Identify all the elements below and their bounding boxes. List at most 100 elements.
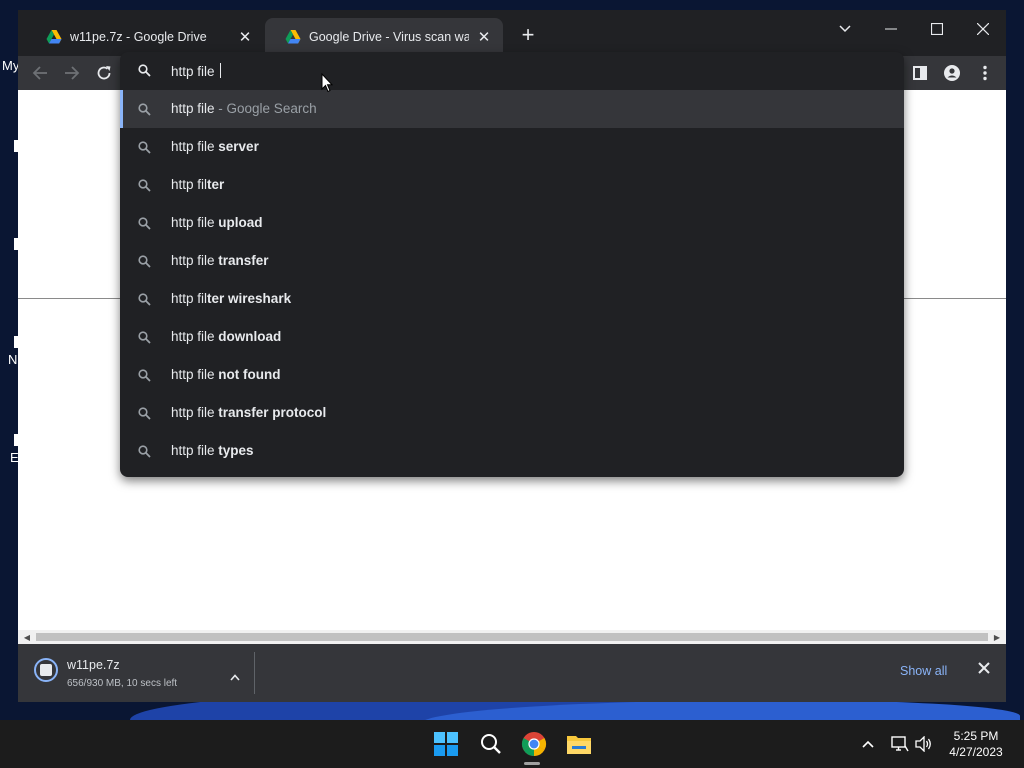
suggestion-text: http file types	[171, 443, 254, 458]
7z-file-icon	[34, 658, 58, 682]
search-icon	[138, 217, 151, 230]
omnibox-dropdown: http file http file - Google Search http …	[120, 52, 904, 477]
download-status: 656/930 MB, 10 secs left	[67, 678, 178, 689]
taskbar: 5:25 PM 4/27/2023	[0, 720, 1024, 768]
suggestion-text: http filter wireshark	[171, 291, 291, 306]
show-all-button[interactable]: Show all	[900, 664, 947, 678]
tab-title: Google Drive - Virus scan warning	[309, 30, 469, 44]
mouse-cursor-icon	[321, 73, 333, 93]
omnibox-suggestion[interactable]: http file transfer	[120, 242, 904, 280]
suggestion-completion: not found	[218, 367, 281, 382]
suggestion-text: http file transfer	[171, 253, 269, 268]
close-tab-icon[interactable]: ✕	[475, 28, 493, 46]
new-tab-button[interactable]: +	[516, 24, 540, 48]
close-tab-icon[interactable]: ✕	[236, 28, 254, 46]
suggestion-completion: download	[218, 329, 282, 344]
network-icon[interactable]	[890, 734, 910, 754]
suggestion-typed: http file	[171, 253, 219, 268]
search-icon	[138, 255, 151, 268]
omnibox-suggestion[interactable]: http file - Google Search	[120, 90, 904, 128]
suggestion-text: http file transfer protocol	[171, 405, 326, 420]
download-divider	[254, 652, 255, 694]
suggestion-typed: http file	[171, 367, 219, 382]
google-drive-icon	[285, 30, 301, 44]
suggestion-completion: transfer	[218, 253, 269, 268]
search-icon	[138, 369, 151, 382]
google-drive-icon	[46, 30, 62, 44]
system-clock[interactable]: 5:25 PM 4/27/2023	[940, 728, 1012, 760]
desktop-icon-label[interactable]: N	[8, 352, 17, 367]
profile-icon[interactable]	[939, 60, 965, 86]
address-input-text: http file	[171, 64, 219, 79]
omnibox-suggestion[interactable]: http file types	[120, 432, 904, 470]
minimize-button[interactable]	[868, 14, 914, 44]
search-icon	[138, 64, 151, 77]
file-explorer-icon[interactable]	[563, 728, 595, 760]
clock-date: 4/27/2023	[949, 745, 1003, 759]
scroll-right-icon[interactable]: ▶	[990, 630, 1004, 644]
search-icon	[138, 445, 151, 458]
suggestion-text: http file not found	[171, 367, 281, 382]
suggestion-completion: server	[218, 139, 259, 154]
close-download-shelf-icon[interactable]	[978, 662, 990, 678]
maximize-button[interactable]	[914, 14, 960, 44]
search-icon	[138, 103, 151, 116]
active-app-indicator	[524, 762, 540, 765]
suggestion-completion: types	[218, 443, 254, 458]
windows-start-icon[interactable]	[430, 728, 462, 760]
suggestion-typed: http file	[171, 139, 219, 154]
close-window-button[interactable]	[960, 14, 1006, 44]
omnibox-suggestion[interactable]: http file download	[120, 318, 904, 356]
tab-w11pe-drive[interactable]: w11pe.7z - Google Drive ✕	[26, 18, 264, 56]
back-arrow-icon[interactable]	[27, 60, 53, 86]
tab-search-icon[interactable]	[822, 14, 868, 44]
suggestion-typed: http file	[171, 215, 219, 230]
suggestion-text: http file - Google Search	[171, 101, 317, 116]
search-icon[interactable]	[475, 728, 507, 760]
search-icon	[138, 179, 151, 192]
tab-virus-scan-warning[interactable]: Google Drive - Virus scan warning ✕	[265, 18, 503, 56]
download-filename: w11pe.7z	[67, 658, 120, 672]
omnibox-suggestion[interactable]: http file server	[120, 128, 904, 166]
suggestion-typed: http fil	[171, 177, 208, 192]
search-icon	[138, 407, 151, 420]
omnibox-suggestion[interactable]: http file not found	[120, 356, 904, 394]
omnibox-suggestion[interactable]: http file upload	[120, 204, 904, 242]
download-item[interactable]: w11pe.7z 656/930 MB, 10 secs left	[30, 652, 254, 694]
reload-icon[interactable]	[91, 60, 117, 86]
suggestion-text: http file server	[171, 139, 259, 154]
suggestion-completion: transfer protocol	[218, 405, 327, 420]
address-input[interactable]: http file	[171, 63, 222, 79]
address-bar[interactable]: http file	[120, 52, 904, 90]
horizontal-scrollbar[interactable]: ◀ ▶	[18, 630, 1006, 644]
search-icon	[138, 141, 151, 154]
scroll-left-icon[interactable]: ◀	[20, 630, 34, 644]
search-icon	[138, 331, 151, 344]
desktop-icon-label[interactable]: My	[2, 58, 19, 73]
search-icon	[138, 293, 151, 306]
volume-icon[interactable]	[914, 734, 934, 754]
suggestion-typed: http file	[171, 329, 219, 344]
chevron-up-icon[interactable]	[230, 670, 240, 684]
suggestion-text: http filter	[171, 177, 224, 192]
download-shelf: w11pe.7z 656/930 MB, 10 secs left Show a…	[18, 644, 1006, 702]
chrome-icon[interactable]	[518, 728, 550, 760]
scrollbar-thumb[interactable]	[36, 633, 988, 641]
tab-title: w11pe.7z - Google Drive	[70, 30, 207, 44]
forward-arrow-icon[interactable]	[59, 60, 85, 86]
clock-time: 5:25 PM	[953, 729, 999, 743]
omnibox-suggestion[interactable]: http file transfer protocol	[120, 394, 904, 432]
omnibox-suggestion[interactable]: http filter	[120, 166, 904, 204]
suggestion-text: http file download	[171, 329, 281, 344]
side-panel-icon[interactable]	[907, 60, 933, 86]
tab-strip: w11pe.7z - Google Drive ✕ Google Drive -…	[18, 10, 1006, 56]
menu-kebab-icon[interactable]	[972, 60, 998, 86]
suggestion-completion: upload	[218, 215, 263, 230]
suggestion-completion: ter	[207, 177, 225, 192]
suggestion-completion: ter wireshark	[207, 291, 292, 306]
omnibox-suggestion[interactable]: http filter wireshark	[120, 280, 904, 318]
suggestion-typed: http file	[171, 405, 219, 420]
chevron-up-icon[interactable]	[858, 734, 878, 754]
suggestion-typed: http fil	[171, 291, 208, 306]
suggestion-text: http file upload	[171, 215, 263, 230]
